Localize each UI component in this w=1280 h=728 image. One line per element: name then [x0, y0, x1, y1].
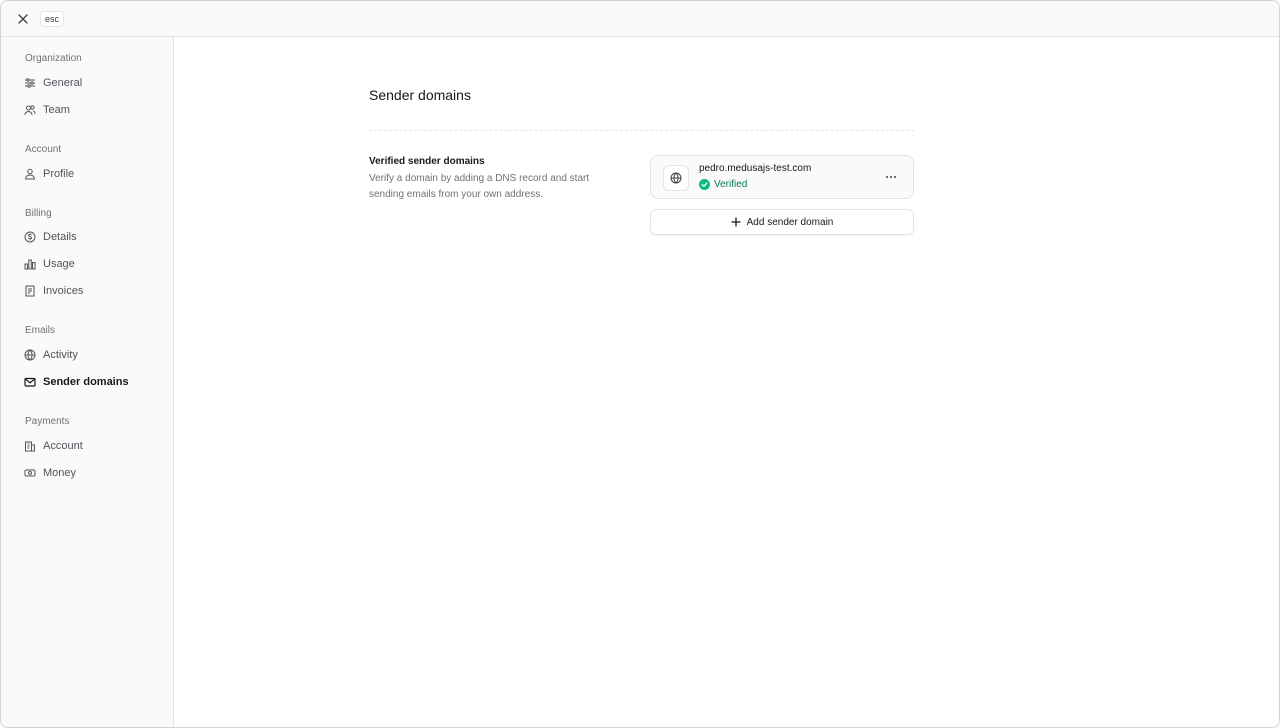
- receipt-icon: [23, 284, 37, 298]
- globe-icon: [670, 172, 682, 184]
- close-icon: [18, 14, 28, 24]
- sidebar-item-label: Invoices: [43, 285, 84, 297]
- sidebar-section-label: Emails: [25, 325, 56, 336]
- top-bar: esc: [1, 1, 1279, 37]
- sidebar-item-details[interactable]: Details: [23, 227, 77, 247]
- esc-shortcut-badge: esc: [40, 11, 65, 27]
- sidebar-item-label: Profile: [43, 168, 75, 180]
- sidebar-section-label: Organization: [25, 53, 82, 64]
- main-content: Sender domains Verified sender domains V…: [174, 37, 1279, 727]
- sliders-icon: [23, 76, 37, 90]
- sidebar-item-label: Team: [43, 104, 70, 116]
- page-title: Sender domains: [369, 87, 471, 103]
- sidebar-item-label: Activity: [43, 349, 78, 361]
- status-label: Verified: [714, 179, 748, 190]
- users-icon: [23, 103, 37, 117]
- sidebar-item-payments-account[interactable]: Account: [23, 436, 83, 456]
- sidebar-item-label: Money: [43, 467, 77, 479]
- sidebar-section-label: Account: [25, 144, 62, 155]
- sidebar-item-profile[interactable]: Profile: [23, 164, 74, 184]
- sidebar-item-activity[interactable]: Activity: [23, 345, 78, 365]
- sidebar-item-invoices[interactable]: Invoices: [23, 281, 83, 301]
- cash-icon: [23, 466, 37, 480]
- domain-actions-button[interactable]: [883, 169, 899, 185]
- sidebar-item-label: Sender domains: [43, 376, 129, 388]
- domain-card: pedro.medusajs-test.com Verified: [650, 155, 914, 199]
- more-horizontal-icon: [886, 176, 896, 178]
- sidebar-item-label: General: [43, 77, 83, 89]
- bank-icon: [23, 439, 37, 453]
- domain-icon-box: [663, 165, 689, 191]
- sidebar-item-money[interactable]: Money: [23, 463, 76, 483]
- sidebar-item-label: Account: [43, 440, 83, 452]
- domain-name: pedro.medusajs-test.com: [699, 163, 812, 174]
- section-divider: [369, 130, 914, 131]
- add-sender-domain-button[interactable]: Add sender domain: [650, 209, 914, 235]
- section-title: Verified sender domains: [369, 156, 485, 167]
- sidebar-item-sender-domains[interactable]: Sender domains: [23, 372, 129, 392]
- sidebar-item-label: Usage: [43, 258, 75, 270]
- check-circle-icon: [699, 179, 710, 190]
- sidebar-item-label: Details: [43, 231, 77, 243]
- sidebar-item-team[interactable]: Team: [23, 100, 70, 120]
- close-button[interactable]: [15, 11, 31, 27]
- sidebar: Organization General Team Account Profil…: [1, 37, 174, 727]
- plus-icon: [730, 217, 741, 227]
- envelope-icon: [23, 375, 37, 389]
- globe-icon: [23, 348, 37, 362]
- sidebar-section-label: Billing: [25, 208, 52, 219]
- sidebar-item-usage[interactable]: Usage: [23, 254, 75, 274]
- sidebar-section-label: Payments: [25, 416, 70, 427]
- settings-window: esc Organization General Team Account Pr…: [0, 0, 1280, 728]
- user-icon: [23, 167, 37, 181]
- bar-chart-icon: [23, 257, 37, 271]
- section-description: Verify a domain by adding a DNS record a…: [369, 173, 590, 200]
- sidebar-item-general[interactable]: General: [23, 73, 82, 93]
- dollar-circle-icon: [23, 230, 37, 244]
- status-badge: Verified: [699, 179, 747, 190]
- add-sender-domain-label: Add sender domain: [746, 216, 834, 228]
